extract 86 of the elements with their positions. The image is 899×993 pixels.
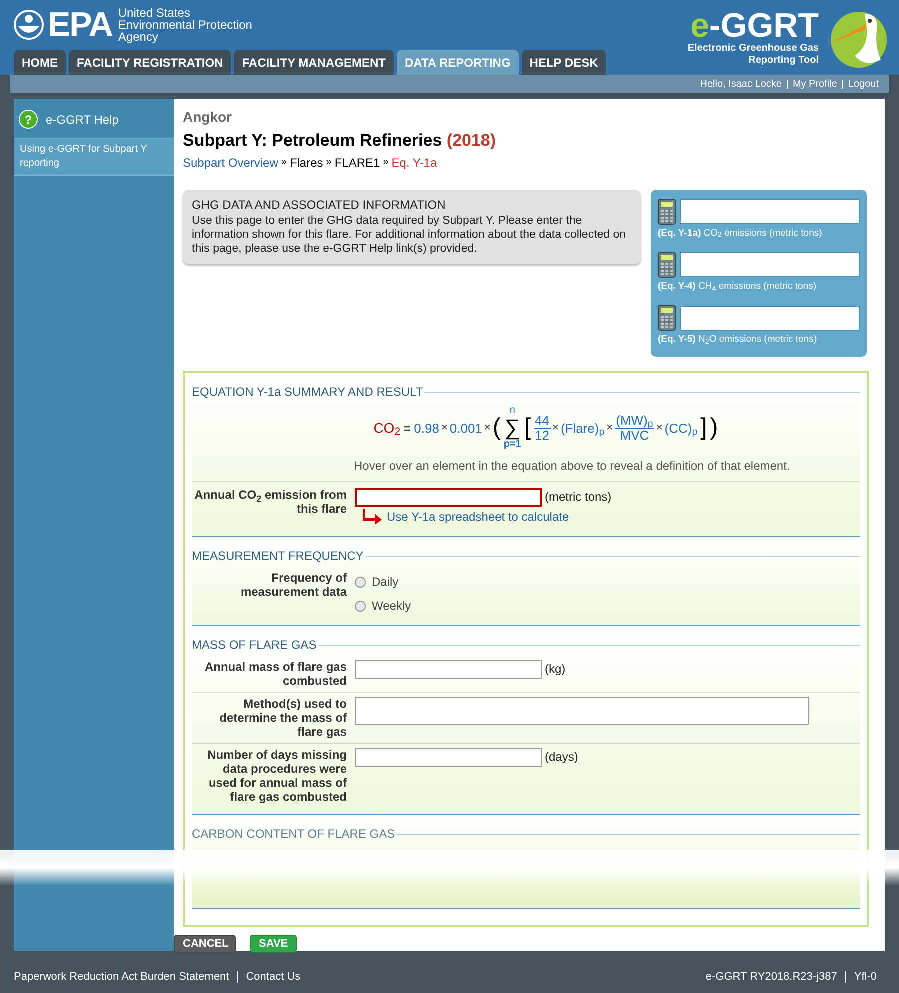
section-title: MASS OF FLARE GAS [192,637,317,654]
footer-link[interactable]: Paperwork Reduction Act Burden Statement [14,969,230,986]
nav-tab[interactable]: FACILITY REGISTRATION [69,50,232,75]
nav-tab[interactable]: FACILITY MANAGEMENT [234,50,394,75]
breadcrumb-separator: » [383,156,389,170]
calculator-icon [658,252,676,278]
radio-button[interactable] [355,576,366,588]
sum-upper-limit: n [510,405,516,418]
field-label: Method(s) used to determine the mass of flare gas [218,697,347,740]
cancel-button[interactable]: CANCEL [174,935,236,954]
spreadsheet-link[interactable]: Use Y-1a spreadsheet to calculate [387,508,570,526]
flare-term: (Flare)$_{p}$ [560,420,605,438]
breadcrumb-item: Eq. Y-1a [392,154,438,172]
operator: × [441,421,448,436]
arrow-icon [363,509,383,526]
operator: × [552,421,559,436]
operator: × [606,421,614,436]
emissions-label: (Eq. Y-1a) CO$_{2}$ emissions (metric tons) [658,226,824,241]
input-field[interactable] [355,748,542,768]
help-link[interactable]: Using e-GGRT for Subpart Y reporting [14,139,174,176]
text-area[interactable] [355,697,809,726]
radio-button[interactable] [355,600,366,612]
page-title: Subpart Y: Petroleum Refineries (2018) [183,130,498,152]
bracket: [ [524,416,532,440]
tool-subtitle: Reporting Tool [748,54,819,66]
nav-tab[interactable]: HELP DESK [522,50,606,75]
constant-term[interactable]: 0.001 [450,418,482,438]
calculator-icon [658,198,676,224]
info-title: GHG DATA AND ASSOCIATED INFORMATION [192,196,447,214]
carbon-content-term: (CC)$_{p}$ [664,420,698,438]
section-title: MEASUREMENT FREQUENCY [192,548,364,566]
emissions-field[interactable] [680,306,860,330]
field-label: Annual CO$_{2}$ emission from this flare [194,488,347,518]
section-title: CARBON CONTENT OF FLARE GAS [192,826,396,844]
emissions-field[interactable] [680,252,860,278]
input-field[interactable] [355,488,542,508]
emissions-label: (Eq. Y-4) CH$_{4}$ emissions (metric tons) [658,280,818,294]
user-link[interactable]: Logout [848,76,879,92]
unit-label: (metric tons) [545,489,612,506]
help-title: e-GGRT Help [46,112,119,128]
tool-logo: e-GGRT [690,8,819,42]
calculator-icon [658,305,676,331]
user-link[interactable]: My Profile [792,76,838,92]
sum-sign: ∑ [504,417,520,440]
facility-name: Angkor [183,108,233,127]
breadcrumb-separator: » [326,156,332,170]
emissions-field[interactable] [680,199,860,224]
equals-sign: = [404,420,412,438]
info-text: Use this page to enter the GHG data required by Subpart Y. Please enter the information shown for this flare. For additional information about the data collected on this page, please use the e-GGRT Help link(s) provided. [192,214,628,256]
breadcrumb-item: FLARE1 [334,154,380,172]
breadcrumb-separator: » [281,156,287,170]
ratio-term[interactable]: 44 12 [534,414,551,443]
field-label: Number of days missing data procedures were used for annual mass of flare gas combusted [206,748,347,804]
equation-hint: Hover over an element in the equation above to reveal a definition of that element. [354,458,792,476]
operator: × [484,421,491,436]
parenthesis: ) [710,416,718,440]
version-text: Yfl-0 [854,970,877,985]
agency-emblem-icon [14,10,44,40]
footer-link[interactable]: Contact Us [246,969,301,986]
operator: × [656,421,663,436]
constant-term[interactable]: 0.98 [414,418,440,438]
agency-name: Environmental Protection [118,19,252,31]
tool-subtitle: Electronic Greenhouse Gas [688,42,819,54]
breadcrumb-item[interactable]: Subpart Overview [183,154,278,172]
agency-name: United States [118,7,192,19]
sum-lower-limit: p=1 [504,439,522,452]
bracket: ] [700,416,708,440]
version-text: e-GGRT RY2018.R23-j387 [706,970,838,985]
field-label: Annual mass of flare gas combusted [204,660,347,688]
save-button[interactable]: SAVE [250,935,297,954]
radio-label: Daily [372,574,399,592]
radio-label: Weekly [372,598,412,616]
input-field[interactable] [355,660,542,680]
breadcrumb-item: Flares [290,154,324,172]
field-label: Frequency of measurement data [240,571,347,602]
emissions-label: (Eq. Y-5) N$_{2}$O emissions (metric tons) [658,333,818,348]
nav-tab[interactable]: HOME [14,50,66,75]
unit-label: (days) [545,749,578,766]
section-title: EQUATION Y-1a SUMMARY AND RESULT [192,384,424,402]
greeting: Hello, Isaac Locke [700,78,782,92]
equation-result-term: CO$_{2}$ [374,418,401,439]
agency-name: Agency [118,31,160,43]
parenthesis: ( [492,416,501,440]
agency-logo: EPA [48,8,112,42]
help-icon: ? [19,110,38,129]
unit-label: (kg) [545,661,566,678]
